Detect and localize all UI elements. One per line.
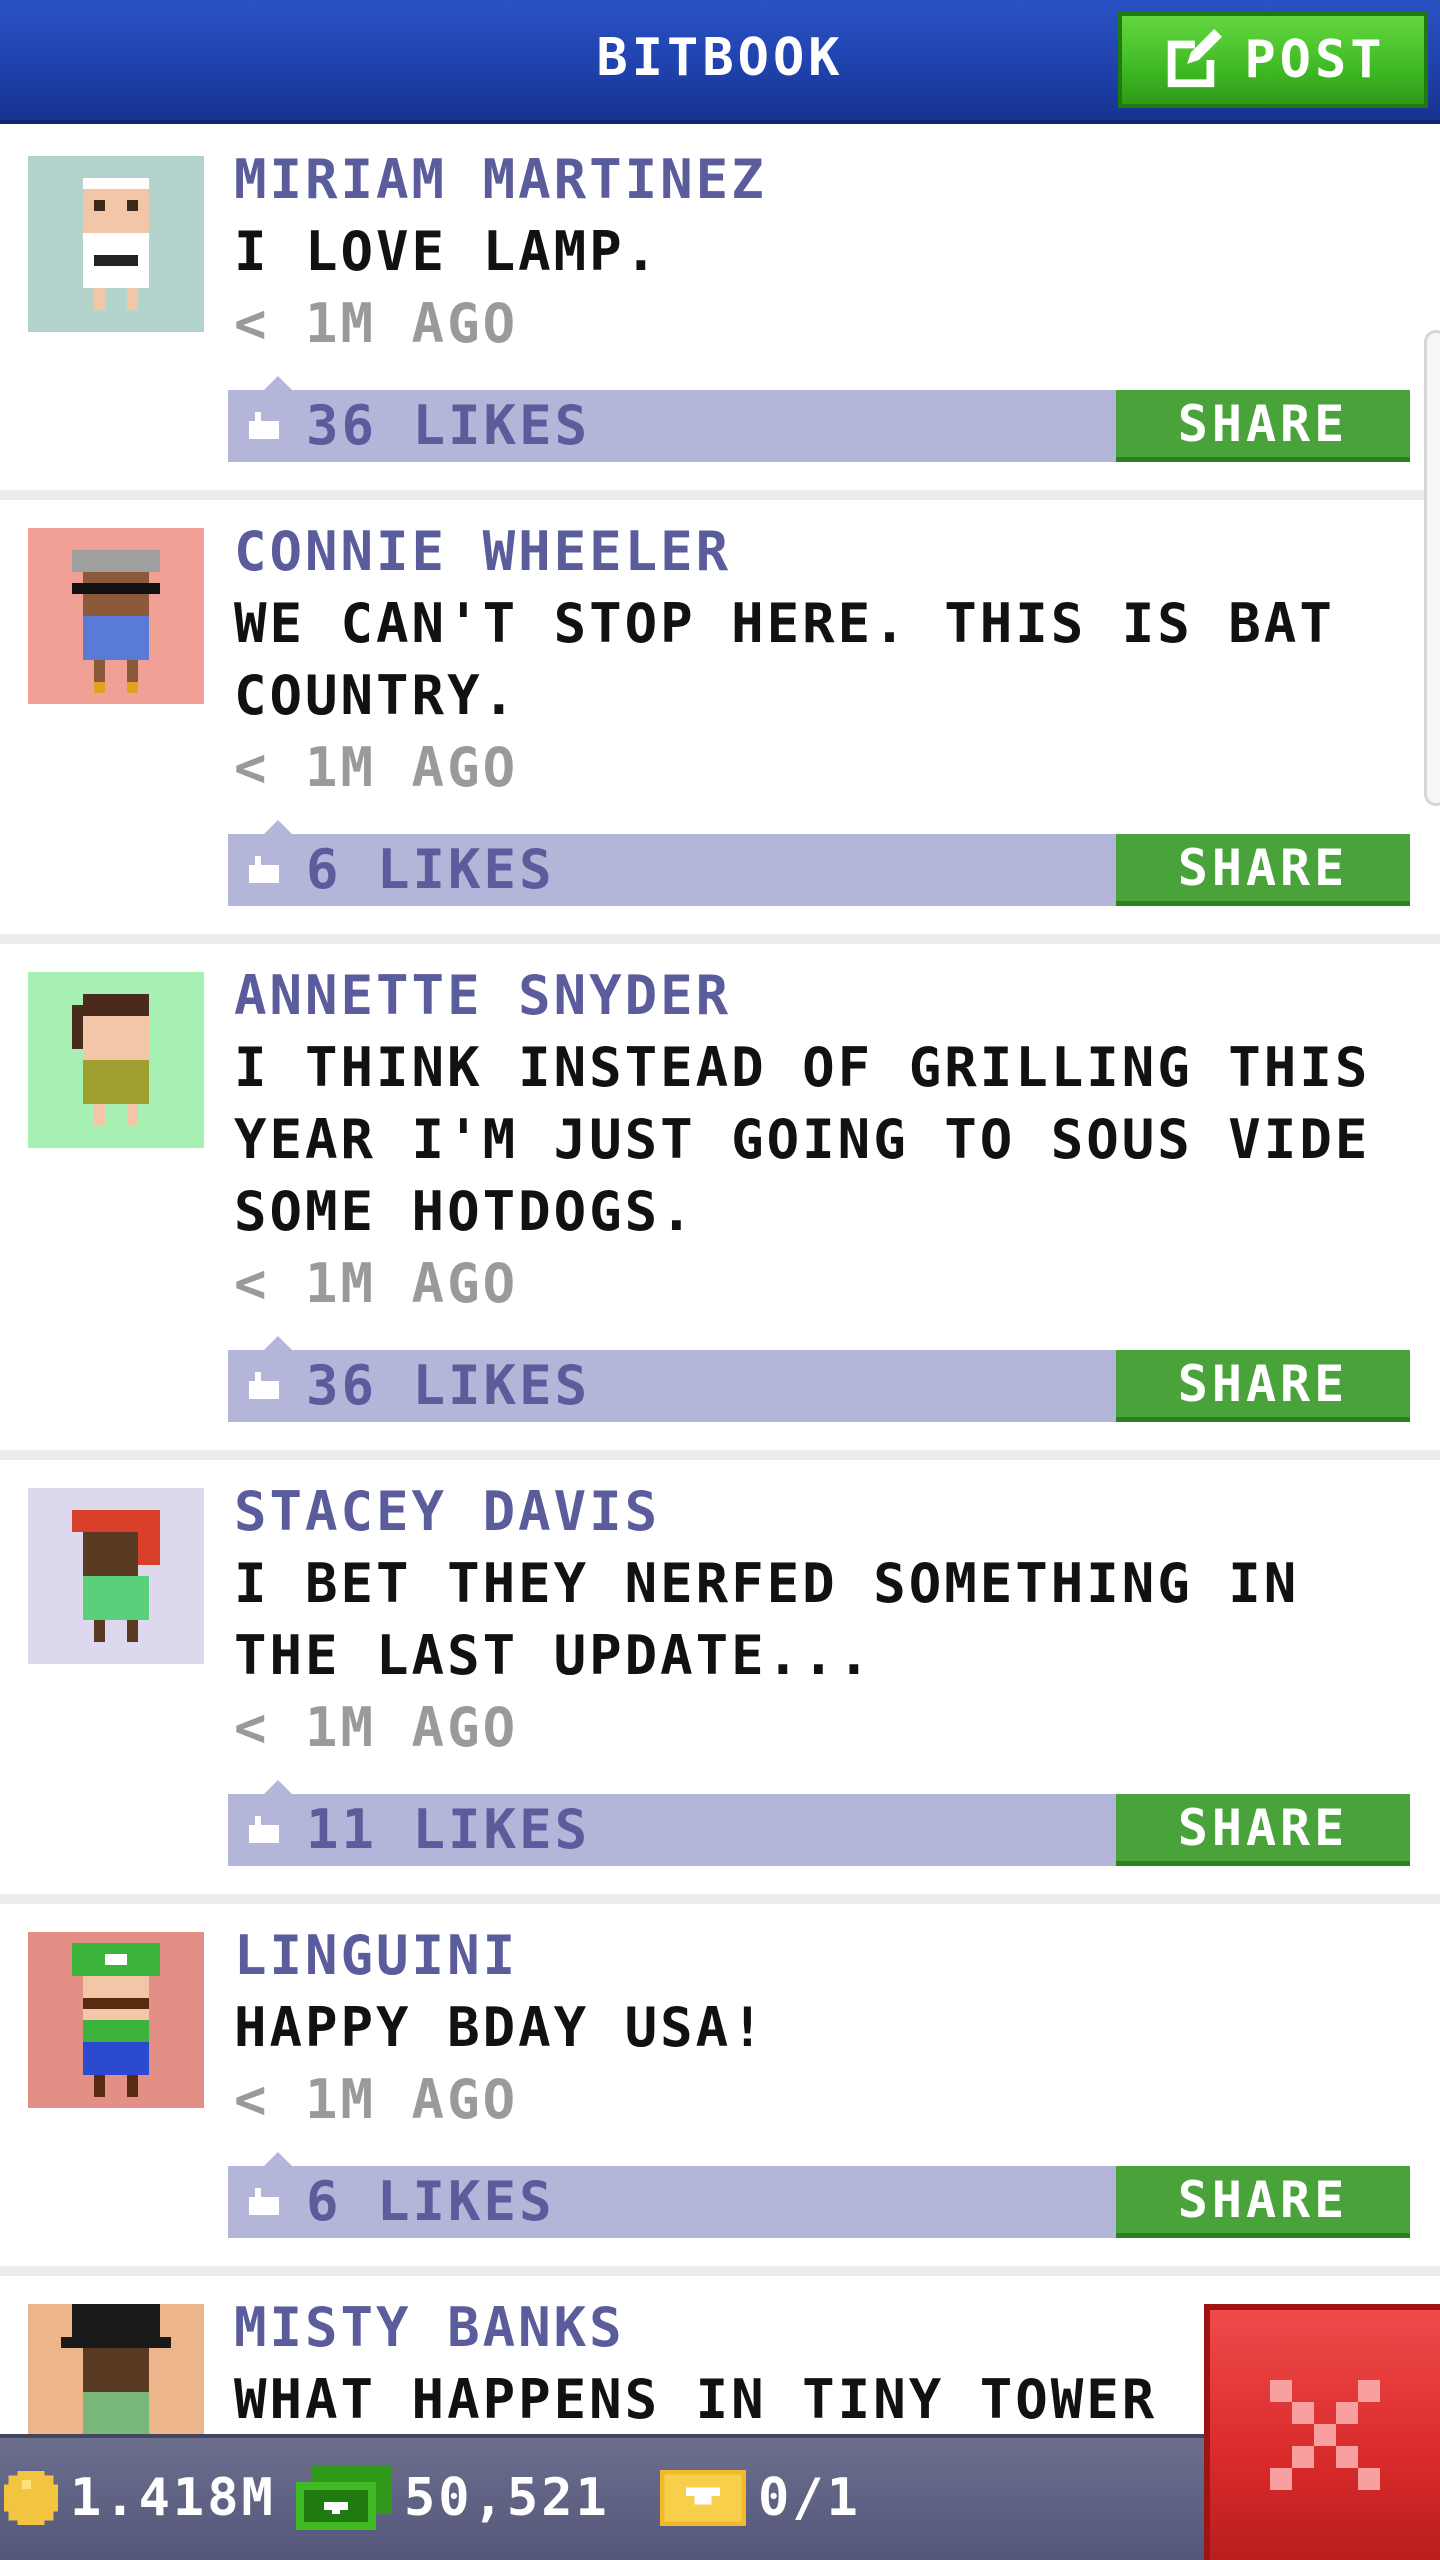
edit-icon bbox=[1168, 29, 1223, 88]
thumbs-up-icon[interactable] bbox=[246, 1816, 282, 1846]
post-time: < 1M AGO bbox=[234, 1696, 519, 1759]
likes-bar: 11 LIKES SHARE bbox=[228, 1780, 1410, 1866]
ticket-icon bbox=[660, 2470, 746, 2526]
bubble-tip bbox=[264, 376, 292, 390]
feed-post: MIRIAM MARTINEZ I LOVE LAMP. < 1M AGO 36… bbox=[0, 128, 1440, 500]
feed-post: ANNETTE SNYDER I THINK INSTEAD OF GRILLI… bbox=[0, 944, 1440, 1460]
avatar bbox=[28, 1488, 204, 1664]
post-time: < 1M AGO bbox=[234, 292, 519, 355]
thumbs-up-icon[interactable] bbox=[246, 856, 282, 886]
post-time: < 1M AGO bbox=[234, 1252, 519, 1315]
post-button-label: POST bbox=[1244, 30, 1386, 90]
bubble-tip bbox=[264, 820, 292, 834]
avatar bbox=[28, 528, 204, 704]
feed-post: CONNIE WHEELER WE CAN'T STOP HERE. THIS … bbox=[0, 500, 1440, 944]
bubble-tip bbox=[264, 1336, 292, 1350]
likes-bar: 36 LIKES SHARE bbox=[228, 1336, 1410, 1422]
avatar bbox=[28, 1932, 204, 2108]
post-message: I LOVE LAMP. bbox=[234, 220, 661, 283]
likes-bar: 6 LIKES SHARE bbox=[228, 2152, 1410, 2238]
thumbs-up-icon[interactable] bbox=[246, 412, 282, 442]
likes-count: 36 LIKES bbox=[306, 1354, 591, 1417]
post-message: I BET THEY NERFED SOMETHING IN THE LAST … bbox=[234, 1552, 1300, 1687]
likes-count: 36 LIKES bbox=[306, 394, 591, 457]
post-message: I THINK INSTEAD OF GRILLING THIS YEAR I'… bbox=[234, 1036, 1371, 1243]
feed-post: STACEY DAVIS I BET THEY NERFED SOMETHING… bbox=[0, 1460, 1440, 1904]
coins-value: 1.418M bbox=[70, 2468, 276, 2528]
post-message: WE CAN'T STOP HERE. THIS IS BAT COUNTRY. bbox=[234, 592, 1335, 727]
bubble-tip bbox=[264, 1780, 292, 1794]
share-button[interactable]: SHARE bbox=[1116, 390, 1410, 462]
feed-list: MIRIAM MARTINEZ I LOVE LAMP. < 1M AGO 36… bbox=[0, 128, 1440, 2434]
post-author[interactable]: STACEY DAVIS bbox=[234, 1476, 1414, 1548]
likes-count: 6 LIKES bbox=[306, 2170, 555, 2233]
bux-stat: 50,521 bbox=[296, 2458, 610, 2538]
likes-bar: 36 LIKES SHARE bbox=[228, 376, 1410, 462]
bubble-tip bbox=[264, 2152, 292, 2166]
avatar bbox=[28, 156, 204, 332]
post-message: HAPPY BDAY USA! bbox=[234, 1996, 767, 2059]
app-header: BITBOOK POST bbox=[0, 0, 1440, 124]
thumbs-up-icon[interactable] bbox=[246, 1372, 282, 1402]
post-time: < 1M AGO bbox=[234, 736, 519, 799]
feed-post: LINGUINI HAPPY BDAY USA! < 1M AGO 6 LIKE… bbox=[0, 1904, 1440, 2276]
thumbs-up-icon[interactable] bbox=[246, 2188, 282, 2218]
likes-count: 11 LIKES bbox=[306, 1798, 591, 1861]
share-button[interactable]: SHARE bbox=[1116, 1350, 1410, 1422]
likes-count: 6 LIKES bbox=[306, 838, 555, 901]
post-author[interactable]: LINGUINI bbox=[234, 1920, 1414, 1992]
post-author[interactable]: MIRIAM MARTINEZ bbox=[234, 144, 1414, 216]
bux-value: 50,521 bbox=[404, 2468, 610, 2528]
tickets-stat: 0/1 bbox=[660, 2458, 861, 2538]
tickets-value: 0/1 bbox=[758, 2468, 861, 2528]
share-button[interactable]: SHARE bbox=[1116, 2166, 1410, 2238]
post-author[interactable]: CONNIE WHEELER bbox=[234, 516, 1414, 588]
post-time: < 1M AGO bbox=[234, 2068, 519, 2131]
share-button[interactable]: SHARE bbox=[1116, 834, 1410, 906]
close-icon bbox=[1270, 2380, 1380, 2490]
coins-stat: 1.418M bbox=[4, 2458, 276, 2538]
post-button[interactable]: POST bbox=[1118, 12, 1428, 108]
bux-icon bbox=[296, 2466, 392, 2530]
scrollbar[interactable] bbox=[1424, 330, 1440, 806]
share-button[interactable]: SHARE bbox=[1116, 1794, 1410, 1866]
likes-bar: 6 LIKES SHARE bbox=[228, 820, 1410, 906]
close-button[interactable] bbox=[1204, 2304, 1440, 2560]
post-author[interactable]: ANNETTE SNYDER bbox=[234, 960, 1414, 1032]
avatar bbox=[28, 2304, 204, 2434]
avatar bbox=[28, 972, 204, 1148]
coin-icon bbox=[4, 2471, 58, 2525]
